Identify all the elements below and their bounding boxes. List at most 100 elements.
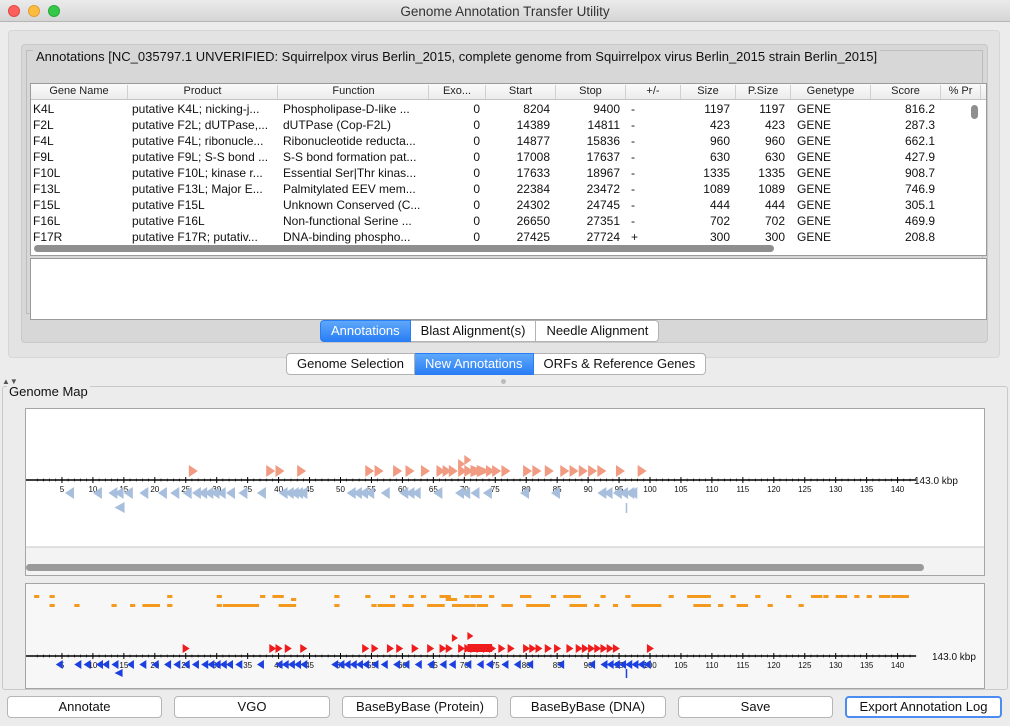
tab-new-annotations[interactable]: New Annotations — [414, 353, 534, 375]
tab-blast-alignment-s[interactable]: Blast Alignment(s) — [410, 320, 537, 342]
tab-annotations[interactable]: Annotations — [320, 320, 411, 342]
table-cell: 14389 — [516, 118, 550, 132]
column-header[interactable]: Start — [486, 85, 556, 99]
table-cell: 816.2 — [904, 102, 935, 116]
vgo-button[interactable]: VGO — [174, 696, 330, 718]
column-header[interactable]: Gene Name — [31, 85, 128, 99]
genome-map-view[interactable]: 5101520253035404550556065707580859095100… — [25, 408, 985, 576]
table-cell: 0 — [473, 198, 480, 212]
axis-tick-label: 125 — [798, 661, 812, 670]
annotations-table[interactable]: Gene Name Product Function Exo... Start Stop +… — [30, 83, 987, 256]
axis-tick-label: 115 — [736, 485, 749, 494]
orange-track-segment — [34, 595, 40, 598]
orange-track-segment — [612, 604, 619, 607]
table-cell: GENE — [797, 230, 832, 244]
table-cell: Ribonucleotide reducta... — [283, 134, 416, 148]
table-cell: putative F17R; putativ... — [132, 230, 258, 244]
column-header[interactable]: Function — [279, 85, 429, 99]
basebybase-protein-button[interactable]: BaseByBase (Protein) — [342, 696, 498, 718]
axis-tick-label: 50 — [336, 485, 345, 494]
reverse-orf-arrow — [114, 669, 123, 677]
forward-orf-arrow — [498, 644, 506, 653]
table-cell: 630 — [764, 150, 785, 164]
column-header[interactable]: P.Size — [736, 85, 791, 99]
table-cell: 423 — [764, 118, 785, 132]
orange-track-segment — [74, 604, 80, 607]
table-cell: F15L — [33, 198, 61, 212]
tab-needle-alignment[interactable]: Needle Alignment — [536, 320, 660, 342]
basebybase-dna-button[interactable]: BaseByBase (DNA) — [510, 696, 666, 718]
tab-orfs-reference-genes[interactable]: ORFs & Reference Genes — [533, 353, 707, 375]
forward-orf-arrow — [451, 634, 458, 642]
genome-map-scrollbar[interactable] — [26, 564, 924, 571]
table-row[interactable]: F16L putative F16L Non-functional Serine .… — [31, 213, 971, 229]
annotate-button[interactable]: Annotate — [7, 696, 162, 718]
save-button[interactable]: Save — [678, 696, 833, 718]
axis-tick-label: 140 — [891, 661, 905, 670]
table-row[interactable]: F10L putative F10L; kinase r... Essential … — [31, 165, 971, 181]
table-row[interactable]: F9L putative F9L; S-S bond ... S-S bond fo… — [31, 149, 971, 165]
orange-track-segment — [111, 604, 117, 607]
export-annotation-log-button[interactable]: Export Annotation Log — [845, 696, 1002, 718]
orange-track-segment — [526, 604, 550, 607]
orf-map-view[interactable]: 5101520253035404550556065707580859095100… — [25, 583, 985, 689]
bottom-tab-bar: Genome Selection New Annotations ORFs & Re… — [286, 353, 707, 375]
reverse-orf-arrow — [362, 660, 370, 669]
forward-orf-arrow — [544, 644, 552, 653]
orange-track-segment — [501, 604, 513, 607]
table-cell: putative F16L — [132, 214, 205, 228]
forward-orf-arrow — [600, 644, 608, 653]
window-titlebar: Genome Annotation Transfer Utility — [0, 0, 1010, 22]
orange-track-segment — [154, 604, 160, 607]
column-header[interactable]: Exo... — [429, 85, 486, 99]
axis-tick-label: 105 — [674, 661, 688, 670]
table-row[interactable]: K4L putative K4L; nicking-j... Phospholipa… — [31, 101, 971, 117]
table-horizontal-scrollbar[interactable] — [34, 245, 774, 252]
orange-track-segment — [272, 595, 284, 598]
table-row[interactable]: F17R putative F17R; putativ... DNA-binding… — [31, 229, 971, 245]
table-cell: 0 — [473, 230, 480, 244]
table-cell: 287.3 — [904, 118, 935, 132]
table-cell: - — [631, 102, 635, 116]
table-row[interactable]: F13L putative F13L; Major E... Palmitylate… — [31, 181, 971, 197]
orange-track-segment — [260, 595, 266, 598]
table-row[interactable]: F2L putative F2L; dUTPase,... dUTPase (Cop… — [31, 117, 971, 133]
column-header[interactable]: % Pr — [941, 85, 981, 99]
column-header[interactable]: Genetype — [791, 85, 871, 99]
reverse-orf-arrow — [476, 660, 484, 669]
splitter-handle[interactable] — [501, 379, 506, 384]
table-cell: F4L — [33, 134, 54, 148]
table-cell: Palmitylated EEV mem... — [283, 182, 416, 196]
table-vertical-scrollbar[interactable] — [971, 105, 978, 119]
orange-track-segment — [377, 604, 396, 607]
table-cell: 0 — [473, 102, 480, 116]
orange-track-segment — [470, 595, 482, 598]
orange-track-segment — [408, 595, 414, 598]
table-row[interactable]: F4L putative F4L; ribonucle... Ribonucleot… — [31, 133, 971, 149]
column-header[interactable]: Score — [871, 85, 941, 99]
table-cell: 1197 — [704, 102, 730, 116]
table-cell: GENE — [797, 150, 832, 164]
orange-track-segment — [786, 595, 792, 598]
orange-track-segment — [631, 604, 662, 607]
orange-track-segment — [167, 595, 173, 598]
forward-orf-block — [467, 644, 493, 652]
window-title: Genome Annotation Transfer Utility — [400, 4, 610, 19]
table-cell: 9400 — [593, 102, 620, 116]
column-header[interactable]: Size — [681, 85, 736, 99]
table-cell: 0 — [473, 182, 480, 196]
table-row[interactable]: F15L putative F15L Unknown Conserved (C...… — [31, 197, 971, 213]
table-cell: GENE — [797, 134, 832, 148]
annotation-detail-textarea[interactable] — [30, 258, 987, 320]
table-cell: 702 — [709, 214, 730, 228]
column-header[interactable]: Stop — [556, 85, 626, 99]
orange-track-segment — [489, 595, 495, 598]
table-cell: - — [631, 214, 635, 228]
tab-genome-selection[interactable]: Genome Selection — [286, 353, 415, 375]
reverse-orf-arrow — [225, 660, 233, 669]
column-header[interactable]: Product — [128, 85, 278, 99]
orf-map-canvas: 5101520253035404550556065707580859095100… — [26, 595, 976, 678]
axis-tick-label: 100 — [643, 485, 657, 494]
reverse-orf-arrow — [207, 660, 215, 669]
column-header[interactable]: +/- — [626, 85, 681, 99]
